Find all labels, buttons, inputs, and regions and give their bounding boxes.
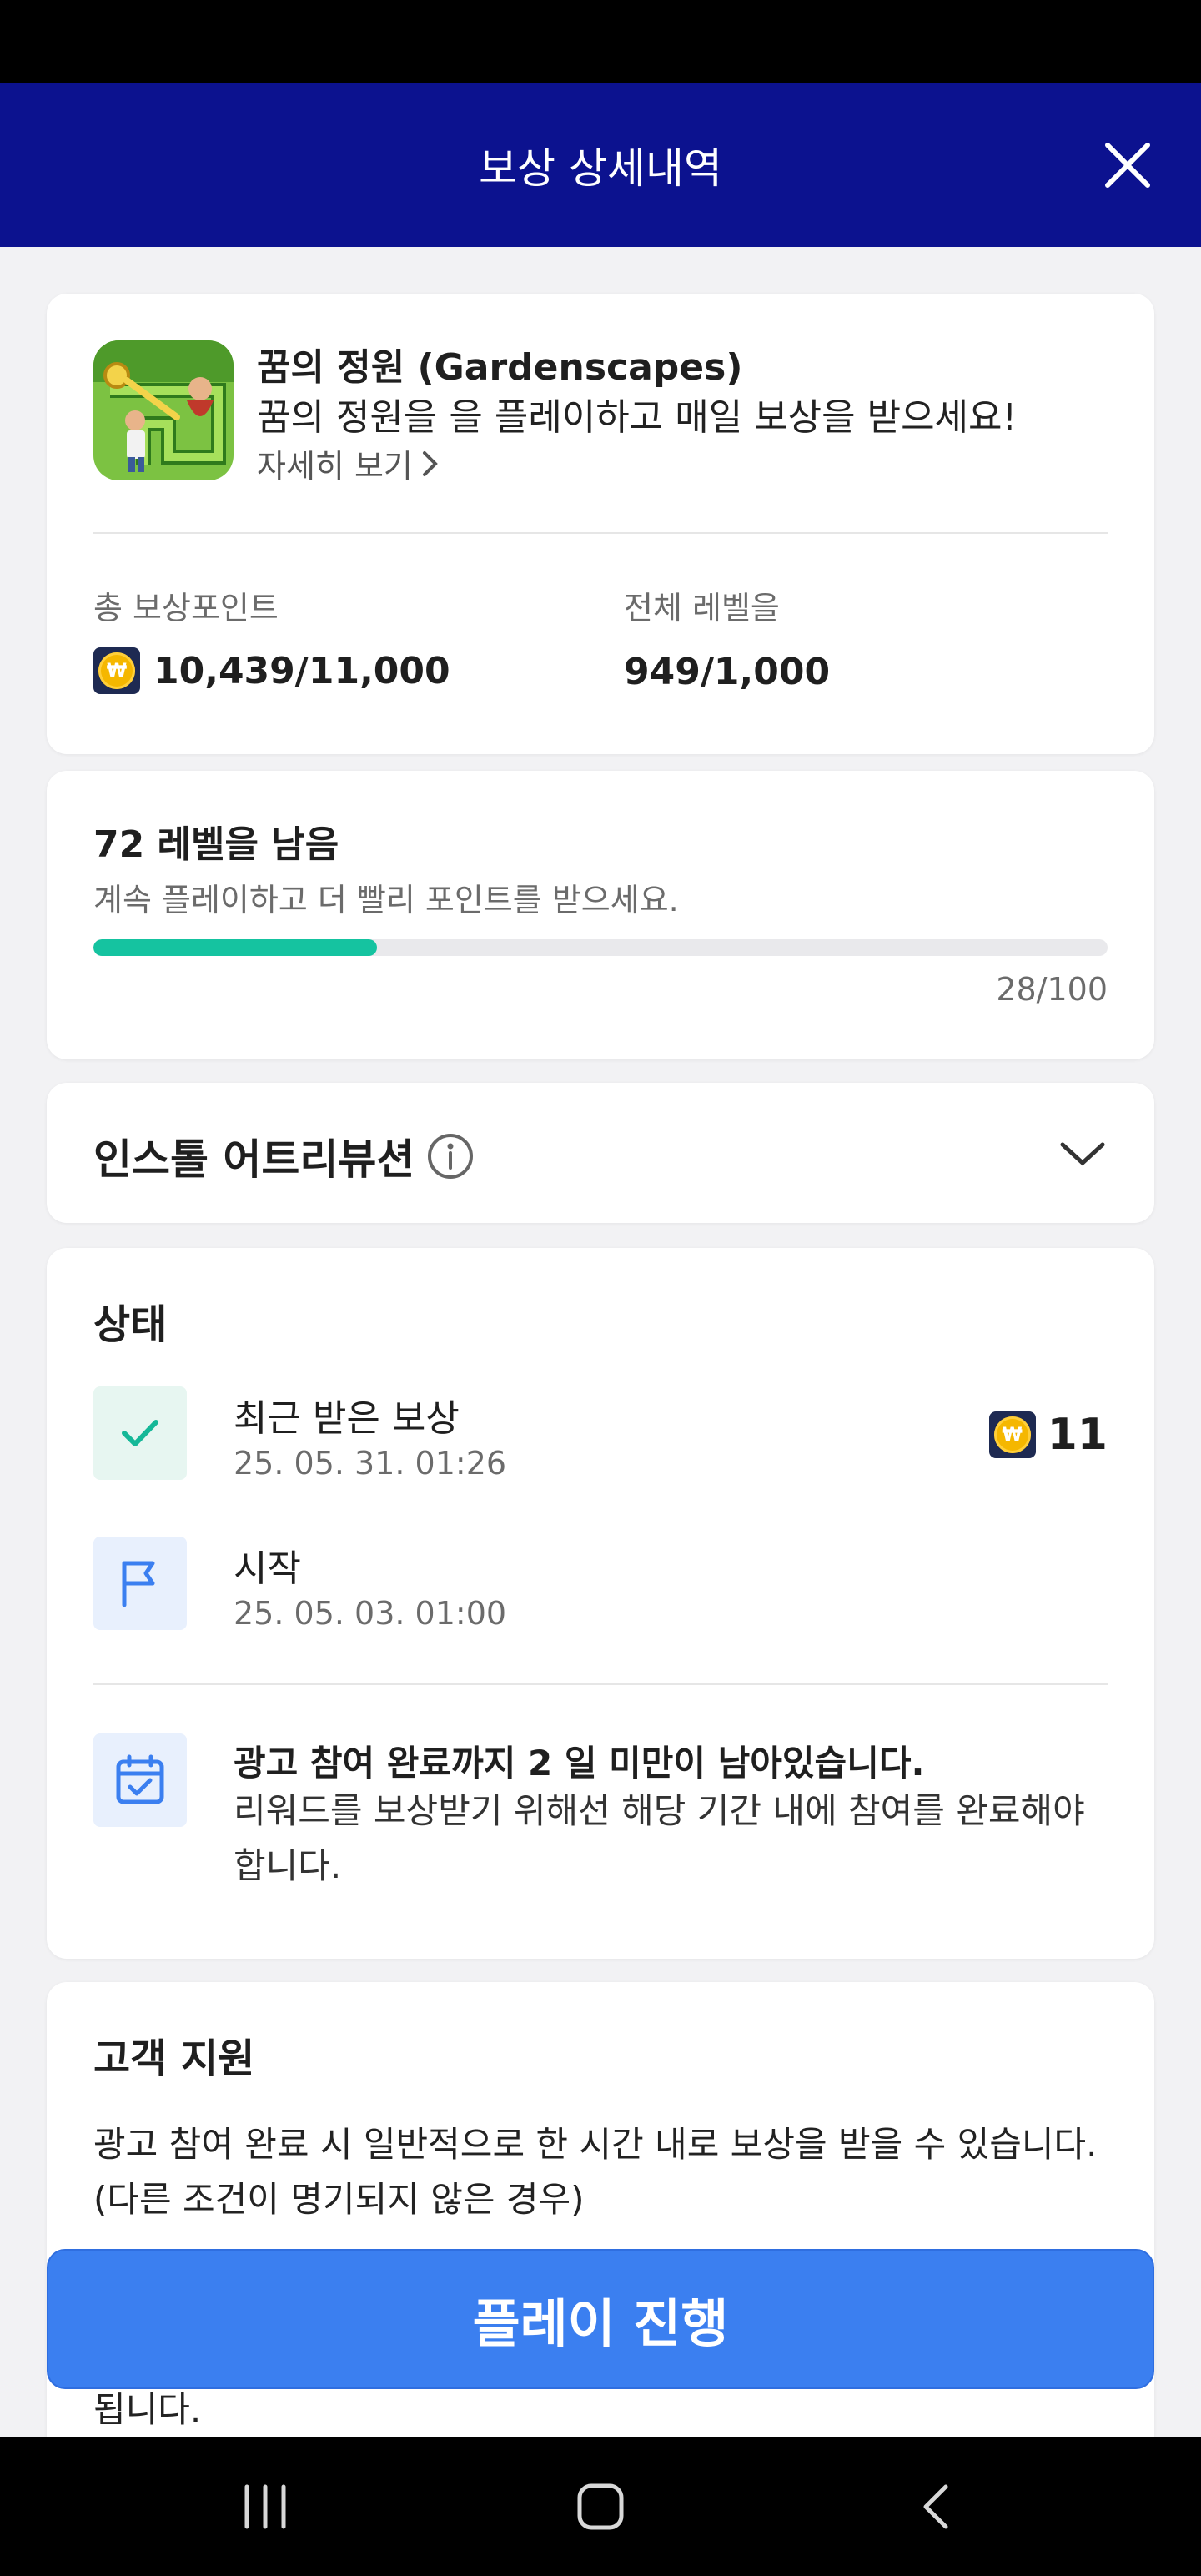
more-details-link[interactable]: 자세히 보기 bbox=[257, 440, 440, 486]
support-title: 고객 지원 bbox=[93, 2035, 255, 2082]
app-icon bbox=[93, 340, 234, 480]
calendar-icon-box bbox=[93, 1733, 187, 1827]
back-button[interactable] bbox=[902, 2477, 969, 2537]
app-info-card: 꿈의 정원 (Gardenscapes) 꿈의 정원을 을 플레이하고 매일 보… bbox=[47, 294, 1154, 754]
status-bar bbox=[0, 0, 1201, 83]
levels-remaining-title: 72 레벨을 남음 bbox=[93, 823, 339, 866]
level-label: 전체 레벨을 bbox=[624, 590, 780, 626]
attribution-title-text: 인스톨 어트리뷰션 bbox=[93, 1135, 415, 1184]
info-icon[interactable] bbox=[426, 1132, 475, 1180]
chevron-down-icon[interactable] bbox=[1058, 1133, 1108, 1175]
check-icon bbox=[122, 1420, 158, 1446]
support-trailing-text: 됩니다. bbox=[93, 2389, 202, 2430]
attribution-card[interactable]: 인스톨 어트리뷰션 bbox=[47, 1083, 1154, 1223]
start-icon-box bbox=[93, 1537, 187, 1630]
support-body: 광고 참여 완료 시 일반적으로 한 시간 내로 보상을 받을 수 있습니다. … bbox=[93, 2124, 1098, 2220]
points-value: ₩ 10,439/11,000 bbox=[93, 647, 450, 694]
home-button[interactable] bbox=[567, 2477, 634, 2537]
close-icon bbox=[1105, 143, 1150, 188]
level-value: 949/1,000 bbox=[624, 651, 831, 693]
calendar-check-icon bbox=[116, 1754, 164, 1804]
close-button[interactable] bbox=[1101, 138, 1154, 192]
deadline-notice-title: 광고 참여 완료까지 2 일 미만이 남아있습니다. bbox=[234, 1743, 925, 1784]
progress-text: 28/100 bbox=[996, 971, 1108, 1008]
recent-apps-button[interactable] bbox=[232, 2477, 299, 2537]
levels-remaining-subtitle: 계속 플레이하고 더 빨리 포인트를 받으세요. bbox=[93, 882, 679, 918]
recent-reward-date: 25. 05. 31. 01:26 bbox=[234, 1445, 507, 1482]
progress-bar-fill bbox=[93, 939, 378, 956]
status-title: 상태 bbox=[93, 1301, 168, 1348]
recent-apps-icon bbox=[244, 2484, 286, 2529]
coin-icon: ₩ bbox=[93, 647, 140, 694]
attribution-title: 인스톨 어트리뷰션 bbox=[93, 1126, 475, 1186]
divider bbox=[93, 532, 1108, 534]
app-description: 꿈의 정원을 을 플레이하고 매일 보상을 받으세요! bbox=[257, 396, 1018, 439]
more-details-label: 자세히 보기 bbox=[257, 448, 413, 485]
coin-icon: ₩ bbox=[988, 1411, 1036, 1458]
app-name: 꿈의 정원 (Gardenscapes) bbox=[257, 346, 743, 389]
recent-reward-amount: ₩ 11 bbox=[988, 1410, 1108, 1460]
content-scroll[interactable]: 꿈의 정원 (Gardenscapes) 꿈의 정원을 을 플레이하고 매일 보… bbox=[0, 247, 1201, 2437]
points-value-text: 10,439/11,000 bbox=[153, 649, 450, 692]
chevron-right-icon bbox=[422, 450, 438, 476]
play-button[interactable]: 플레이 진행 bbox=[47, 2249, 1154, 2389]
coin-symbol: ₩ bbox=[993, 1416, 1031, 1453]
divider bbox=[93, 1683, 1108, 1685]
app-header: 보상 상세내역 bbox=[0, 83, 1201, 247]
recent-reward-title: 최근 받은 보상 bbox=[234, 1397, 460, 1440]
recent-reward-amount-text: 11 bbox=[1047, 1410, 1108, 1460]
start-title: 시작 bbox=[234, 1547, 301, 1590]
flag-icon bbox=[122, 1561, 155, 1607]
home-icon bbox=[577, 2483, 624, 2530]
progress-bar bbox=[93, 939, 1108, 956]
start-date: 25. 05. 03. 01:00 bbox=[234, 1595, 507, 1632]
back-icon bbox=[923, 2484, 948, 2529]
points-label: 총 보상포인트 bbox=[93, 590, 279, 626]
page-title: 보상 상세내역 bbox=[479, 144, 722, 193]
deadline-notice-body: 리워드를 보상받기 위해선 해당 기간 내에 참여를 완료해야 합니다. bbox=[234, 1790, 1085, 1886]
status-card: 상태 최근 받은 보상 25. 05. 31. 01:26 ₩ 11 시작 25… bbox=[47, 1248, 1154, 1959]
level-progress-card: 72 레벨을 남음 계속 플레이하고 더 빨리 포인트를 받으세요. 28/10… bbox=[47, 771, 1154, 1059]
coin-symbol: ₩ bbox=[98, 652, 135, 689]
system-nav-bar bbox=[0, 2437, 1201, 2576]
recent-reward-icon-box bbox=[93, 1386, 187, 1480]
